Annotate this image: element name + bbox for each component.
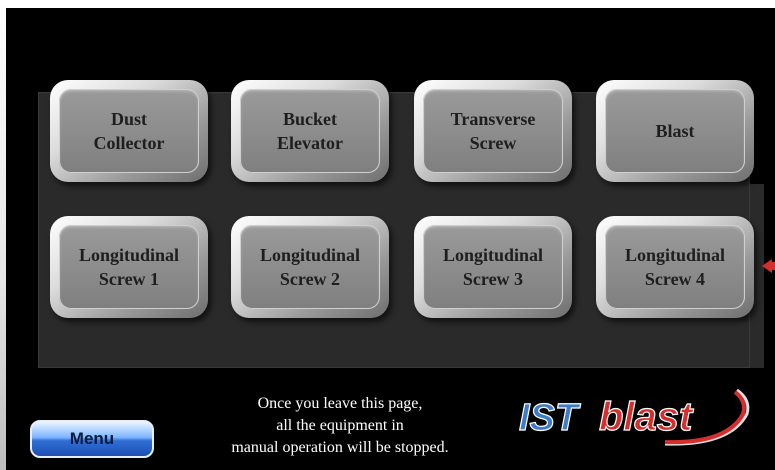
button-label: Bucket Elevator <box>240 89 380 173</box>
button-label: Blast <box>605 89 745 173</box>
warning-message: Once you leave this page, all the equipm… <box>231 395 449 456</box>
page-arrow-icon[interactable] <box>762 259 772 273</box>
logo-blast: blast <box>599 395 694 439</box>
dust-collector-button[interactable]: Dust Collector <box>50 80 208 182</box>
longitudinal-screw-4-button[interactable]: Longitudinal Screw 4 <box>596 216 754 318</box>
istblast-logo: IST blast <box>518 388 750 446</box>
button-label: Longitudinal Screw 4 <box>605 225 745 309</box>
button-label: Longitudinal Screw 2 <box>240 225 380 309</box>
bucket-elevator-button[interactable]: Bucket Elevator <box>231 80 389 182</box>
transverse-screw-button[interactable]: Transverse Screw <box>414 80 572 182</box>
top-border <box>0 0 775 8</box>
button-label: Dust Collector <box>59 89 199 173</box>
blast-button[interactable]: Blast <box>596 80 754 182</box>
longitudinal-screw-1-button[interactable]: Longitudinal Screw 1 <box>50 216 208 318</box>
button-label: Longitudinal Screw 1 <box>59 225 199 309</box>
longitudinal-screw-2-button[interactable]: Longitudinal Screw 2 <box>231 216 389 318</box>
left-border <box>0 0 6 470</box>
button-label: Longitudinal Screw 3 <box>423 225 563 309</box>
longitudinal-screw-3-button[interactable]: Longitudinal Screw 3 <box>414 216 572 318</box>
menu-button[interactable]: Menu <box>30 420 154 458</box>
logo-ist: IST <box>519 397 581 439</box>
button-label: Transverse Screw <box>423 89 563 173</box>
